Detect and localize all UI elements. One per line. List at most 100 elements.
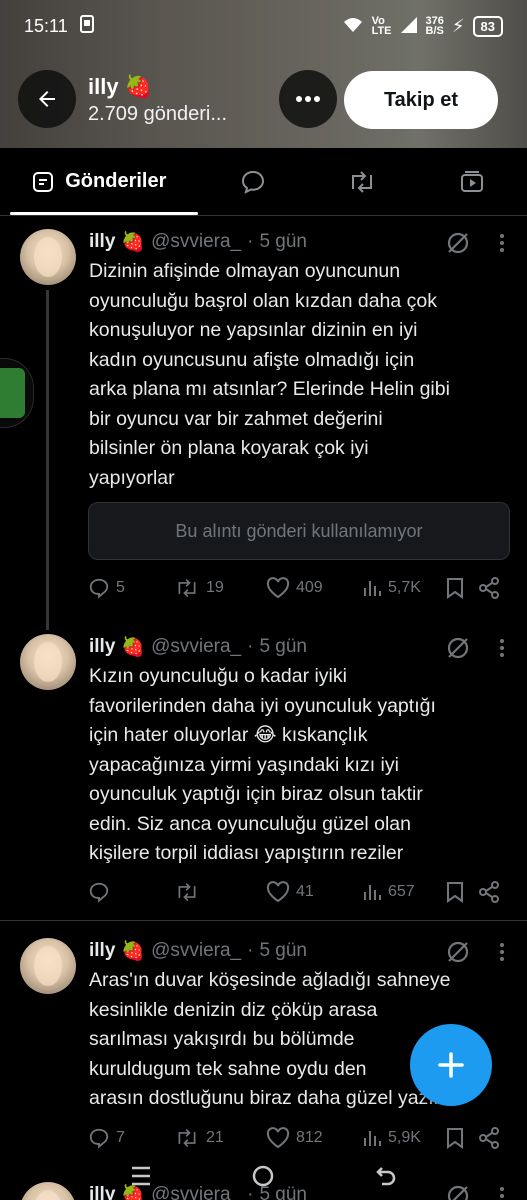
notification-icon bbox=[79, 14, 94, 38]
posts-count: 2.709 gönderi... bbox=[88, 103, 227, 125]
tweet-actions: 41 657 bbox=[88, 877, 510, 907]
reply-icon bbox=[89, 1128, 109, 1149]
like-button[interactable]: 409 bbox=[266, 577, 362, 599]
reply-button[interactable]: 5 bbox=[88, 577, 174, 599]
repost-icon bbox=[178, 1128, 196, 1148]
reply-icon bbox=[89, 578, 109, 599]
like-button[interactable]: 41 bbox=[266, 881, 362, 903]
bookmark-icon bbox=[447, 1128, 463, 1149]
share-icon bbox=[479, 577, 499, 599]
arrow-left-icon bbox=[39, 91, 55, 107]
share-button[interactable] bbox=[478, 1127, 500, 1149]
reply-bubble-icon bbox=[241, 170, 264, 194]
bookmark-button[interactable] bbox=[446, 577, 478, 599]
tweet-top-icons bbox=[445, 230, 505, 256]
share-icon bbox=[479, 1127, 499, 1149]
back-button[interactable] bbox=[18, 70, 76, 128]
repost-icon bbox=[178, 882, 196, 902]
views-icon bbox=[364, 581, 381, 596]
tab-posts[interactable]: Gönderiler bbox=[0, 148, 198, 215]
status-time: 15:11 bbox=[24, 15, 68, 36]
views-button[interactable]: 5,9K bbox=[362, 1128, 446, 1148]
share-icon bbox=[479, 881, 499, 903]
tweet-time[interactable]: 5 gün bbox=[259, 231, 307, 253]
views-button[interactable]: 657 bbox=[362, 882, 446, 902]
reply-button[interactable]: 7 bbox=[88, 1127, 174, 1149]
home-icon[interactable] bbox=[251, 1164, 275, 1188]
strawberry-emoji: 🍓 bbox=[121, 637, 146, 658]
repost-icon bbox=[178, 578, 196, 598]
tab-reposts[interactable] bbox=[307, 148, 417, 215]
tweet-top-icons bbox=[445, 635, 505, 661]
avatar[interactable] bbox=[20, 938, 76, 994]
wifi-icon bbox=[342, 16, 364, 37]
profile-name: illy 🍓 bbox=[88, 74, 153, 99]
recent-apps-icon[interactable] bbox=[129, 1165, 153, 1187]
tweet-divider bbox=[0, 920, 527, 921]
status-bar: 15:11 Vo LTE 376 B/S ⚡ 83 bbox=[0, 0, 527, 52]
tweet-actions: 5 19 409 5,7K bbox=[88, 573, 510, 603]
reply-button[interactable] bbox=[88, 881, 174, 903]
share-button[interactable] bbox=[478, 577, 500, 599]
tweet-handle[interactable]: @svviera_ bbox=[151, 231, 241, 253]
bookmark-icon bbox=[447, 578, 463, 599]
tweet-handle[interactable]: @svviera_ bbox=[151, 636, 241, 658]
follow-button[interactable]: Takip et bbox=[344, 71, 498, 129]
views-icon bbox=[364, 1131, 381, 1146]
back-nav-icon[interactable] bbox=[374, 1164, 398, 1188]
repost-icon bbox=[352, 170, 373, 193]
avatar[interactable] bbox=[20, 229, 76, 285]
tweet-header: illy 🍓 @svviera_ · 5 gün bbox=[89, 940, 307, 962]
network-speed: 376 B/S bbox=[425, 15, 444, 37]
tweet-header: illy 🍓 @svviera_ · 5 gün bbox=[89, 231, 307, 253]
profile-tabs: Gönderiler bbox=[0, 148, 527, 216]
tab-replies[interactable] bbox=[198, 148, 308, 215]
tab-media[interactable] bbox=[417, 148, 527, 215]
repost-button[interactable] bbox=[174, 881, 266, 903]
more-horizontal-icon bbox=[296, 96, 320, 102]
strawberry-emoji: 🍓 bbox=[121, 941, 146, 962]
tweet-header: illy 🍓 @svviera_ · 5 gün bbox=[89, 636, 307, 658]
system-nav-bar bbox=[0, 1152, 527, 1200]
media-icon bbox=[461, 170, 484, 192]
tab-posts-label: Gönderiler bbox=[65, 170, 167, 192]
tweet-author-name[interactable]: illy bbox=[89, 636, 115, 658]
battery-indicator: 83 bbox=[472, 15, 503, 37]
heart-icon bbox=[266, 1127, 290, 1149]
charging-icon: ⚡ bbox=[451, 15, 465, 36]
views-button[interactable]: 5,7K bbox=[362, 578, 446, 598]
repost-button[interactable]: 21 bbox=[174, 1127, 266, 1149]
tweet-time[interactable]: 5 gün bbox=[259, 636, 307, 658]
tweet-author-name[interactable]: illy bbox=[89, 940, 115, 962]
share-button[interactable] bbox=[478, 881, 500, 903]
more-vertical-icon[interactable] bbox=[499, 638, 505, 658]
floating-side-widget[interactable] bbox=[0, 358, 34, 428]
heart-icon bbox=[266, 881, 290, 903]
tweet-author-name[interactable]: illy bbox=[89, 231, 115, 253]
signal-icon bbox=[400, 16, 418, 37]
volte-label: Vo LTE bbox=[371, 15, 392, 37]
posts-icon bbox=[33, 171, 54, 192]
more-vertical-icon[interactable] bbox=[499, 942, 505, 962]
thread-line bbox=[46, 290, 49, 630]
avatar[interactable] bbox=[20, 634, 76, 690]
grok-icon[interactable] bbox=[445, 939, 471, 965]
like-button[interactable]: 812 bbox=[266, 1127, 362, 1149]
grok-icon[interactable] bbox=[445, 635, 471, 661]
tweet-handle[interactable]: @svviera_ bbox=[151, 940, 241, 962]
tweet-actions: 7 21 812 5,9K bbox=[88, 1123, 510, 1153]
compose-button[interactable] bbox=[410, 1024, 492, 1106]
bookmark-button[interactable] bbox=[446, 881, 478, 903]
heart-icon bbox=[266, 577, 290, 599]
tweet-top-icons bbox=[445, 939, 505, 965]
grok-icon[interactable] bbox=[445, 230, 471, 256]
tweet-time[interactable]: 5 gün bbox=[259, 940, 307, 962]
repost-button[interactable]: 19 bbox=[174, 577, 266, 599]
bookmark-button[interactable] bbox=[446, 1127, 478, 1149]
tweet-text: Dizinin afişinde olmayan oyuncunun oyuncu… bbox=[89, 260, 450, 489]
more-options-button[interactable] bbox=[279, 70, 337, 128]
plus-icon bbox=[438, 1052, 464, 1078]
bookmark-icon bbox=[447, 882, 463, 903]
views-icon bbox=[364, 885, 381, 900]
more-vertical-icon[interactable] bbox=[499, 233, 505, 253]
